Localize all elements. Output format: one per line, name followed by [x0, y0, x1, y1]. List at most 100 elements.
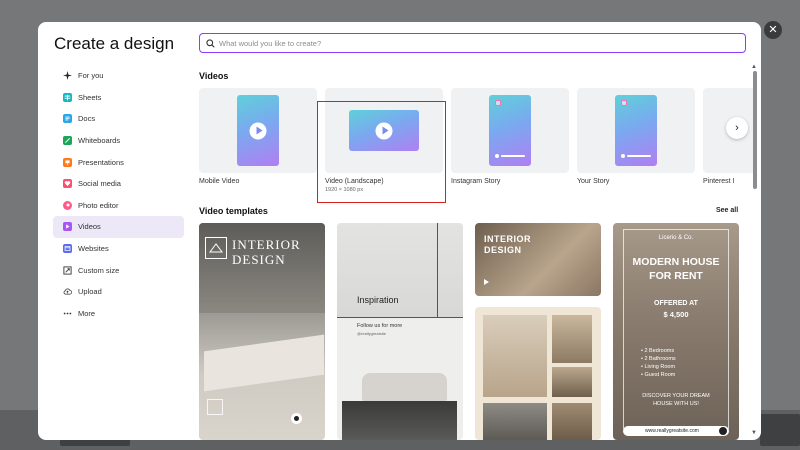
sidebar-item-for-you[interactable]: For you	[53, 65, 184, 87]
story-preview	[489, 95, 531, 166]
template-heading-line1: INTERIOR	[484, 234, 532, 244]
template-inspiration[interactable]: Inspiration Follow us for more @reallygr…	[337, 223, 463, 440]
card-pinterest[interactable]: Pinterest I	[703, 88, 753, 185]
collage-photo	[483, 403, 547, 440]
sidebar-item-label: More	[78, 308, 96, 318]
sidebar-item-social-media[interactable]: Social media	[53, 173, 184, 195]
template-logo-box	[205, 237, 227, 259]
sidebar-item-custom-size[interactable]: Custom size	[53, 259, 184, 281]
search-icon	[719, 427, 727, 435]
sidebar-item-label: Whiteboards	[78, 136, 121, 146]
upload-icon	[63, 287, 72, 296]
template-price: $ 4,500	[663, 310, 689, 319]
template-house-for-rent[interactable]: Licerio & Co. MODERN HOUSE FOR RENT OFFE…	[613, 223, 739, 440]
sidebar-item-presentations[interactable]: Presentations	[53, 151, 184, 173]
template-follow-text: Follow us for more	[357, 323, 403, 329]
videos-section-title: Videos	[199, 71, 229, 81]
card-your-story[interactable]: Your Story	[577, 88, 695, 185]
story-preview	[615, 95, 657, 166]
sidebar: For you Sheets Docs Whiteboards Presenta…	[53, 65, 184, 324]
template-divider	[437, 223, 438, 318]
scroll-down-arrow[interactable]: ▼	[751, 430, 757, 436]
template-interior-design-small[interactable]: INTERIOR DESIGN	[475, 223, 601, 296]
template-brand: Licerio & Co.	[658, 235, 694, 241]
whiteboard-icon	[63, 136, 72, 146]
template-url-pill: www.reallygreatsite.com	[623, 426, 729, 436]
sidebar-item-label: For you	[78, 71, 104, 81]
template-interior-design[interactable]: INTERIOR DESIGN	[199, 223, 325, 440]
website-icon	[63, 244, 72, 254]
card-label: Mobile Video	[199, 178, 240, 185]
instagram-icon	[621, 100, 627, 106]
qr-code-icon	[207, 399, 223, 415]
sidebar-item-label: Videos	[78, 222, 101, 232]
presentation-icon	[63, 157, 72, 167]
play-icon	[249, 122, 267, 139]
card-thumbnail	[451, 88, 569, 173]
sidebar-item-label: Docs	[78, 114, 96, 124]
create-design-modal: Create a design For you Sheets Docs	[38, 22, 761, 440]
instagram-icon	[495, 100, 501, 106]
card-thumbnail	[199, 88, 317, 173]
template-features: • 2 Bedrooms • 2 Bathrooms • Living Room…	[641, 347, 676, 379]
play-icon	[484, 279, 489, 285]
feature-item: • Living Room	[641, 364, 676, 370]
collage-photo	[552, 403, 592, 440]
sidebar-item-label: Photo editor	[78, 200, 119, 210]
sidebar-item-videos[interactable]: Videos	[53, 216, 184, 238]
collage-photo	[552, 315, 592, 363]
sidebar-item-sheets[interactable]: Sheets	[53, 87, 184, 109]
close-button[interactable]: ✕	[764, 21, 782, 39]
template-heading-line2: DESIGN	[484, 245, 522, 255]
sidebar-item-label: Upload	[78, 287, 102, 297]
template-kitchen-counter	[204, 334, 324, 392]
scrollbar-thumb[interactable]	[753, 71, 757, 189]
sidebar-item-docs[interactable]: Docs	[53, 108, 184, 130]
card-mobile-video[interactable]: Mobile Video	[199, 88, 317, 185]
sheets-icon	[63, 92, 72, 102]
see-all-link[interactable]: See all	[716, 207, 738, 214]
story-progress-bar	[627, 155, 651, 157]
story-avatar-dot	[495, 154, 499, 158]
template-url: www.reallygreatsite.com	[645, 428, 699, 434]
highlight-box	[317, 101, 446, 203]
search-icon	[206, 38, 215, 48]
template-table	[342, 401, 457, 440]
templates-section-title: Video templates	[199, 206, 268, 216]
sidebar-item-websites[interactable]: Websites	[53, 238, 184, 260]
background-thumb	[760, 414, 800, 446]
card-thumbnail	[577, 88, 695, 173]
template-wall	[337, 223, 463, 318]
feature-item: • 2 Bathrooms	[641, 356, 676, 362]
search-bar[interactable]	[199, 33, 746, 53]
sidebar-item-label: Sheets	[78, 92, 102, 102]
video-preview	[237, 95, 279, 166]
card-label: Instagram Story	[451, 178, 501, 185]
next-arrow-button[interactable]: ›	[726, 117, 748, 139]
sidebar-item-more[interactable]: More	[53, 303, 184, 325]
search-input[interactable]	[219, 38, 719, 48]
sidebar-item-label: Presentations	[78, 157, 124, 167]
sidebar-item-upload[interactable]: Upload	[53, 281, 184, 303]
more-icon	[63, 309, 72, 318]
sidebar-item-label: Social media	[78, 179, 121, 189]
story-progress-bar	[501, 155, 525, 157]
card-label: Your Story	[577, 178, 610, 185]
template-heading-line1: INTERIOR	[232, 237, 301, 252]
collage-photo	[552, 367, 592, 397]
play-indicator-icon	[291, 413, 302, 424]
scroll-up-arrow[interactable]: ▲	[751, 64, 757, 70]
photo-editor-icon	[63, 200, 72, 210]
docs-icon	[63, 114, 72, 124]
template-cta-line2: HOUSE WITH US!	[653, 401, 699, 407]
modal-title: Create a design	[54, 34, 175, 53]
sidebar-item-label: Custom size	[78, 265, 120, 275]
card-instagram-story[interactable]: Instagram Story	[451, 88, 569, 185]
video-icon	[63, 222, 72, 232]
template-heading-line1: MODERN HOUSE	[632, 256, 720, 268]
sidebar-item-whiteboards[interactable]: Whiteboards	[53, 130, 184, 152]
sidebar-item-photo-editor[interactable]: Photo editor	[53, 195, 184, 217]
feature-item: • Guest Room	[641, 372, 676, 378]
template-room-collage[interactable]	[475, 307, 601, 440]
template-heading-line2: DESIGN	[232, 252, 286, 267]
